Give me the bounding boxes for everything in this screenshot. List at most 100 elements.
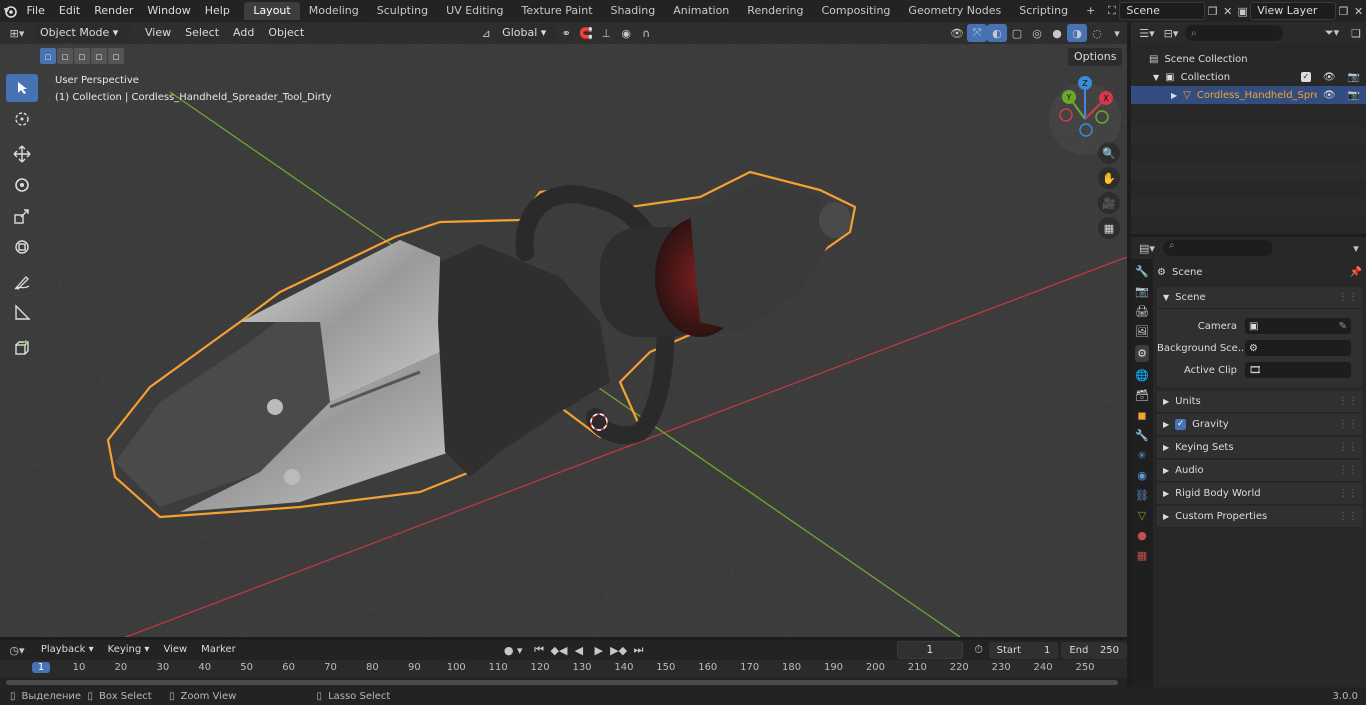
outliner-row-collection[interactable]: ▼ ▣ Collection ✓ 👁 📷 <box>1131 68 1366 86</box>
visibility-icon[interactable]: 👁 <box>947 24 967 42</box>
properties-options-icon[interactable]: ▾ <box>1346 239 1366 257</box>
drag-handle-icon[interactable]: ⋮⋮ <box>1338 488 1362 499</box>
drag-handle-icon[interactable]: ⋮⋮ <box>1338 396 1362 407</box>
pan-view-icon[interactable]: ✋ <box>1098 167 1120 189</box>
timeline-menu-marker[interactable]: Marker <box>194 641 243 659</box>
menu-help[interactable]: Help <box>198 0 237 22</box>
menu-render[interactable]: Render <box>87 0 140 22</box>
particles-tab-icon[interactable]: ✳ <box>1137 449 1146 462</box>
play-reverse-button[interactable]: ◀ <box>569 641 589 659</box>
audio-panel-header[interactable]: ▶ Audio ⋮⋮ <box>1157 460 1362 482</box>
scene-icon[interactable]: ⛶ <box>1104 2 1119 20</box>
constraints-tab-icon[interactable]: ⛓ <box>1135 489 1149 502</box>
new-collection-icon[interactable]: ❏ <box>1346 24 1366 42</box>
filter-icon[interactable]: ⏷▾ <box>1322 24 1342 42</box>
view-layer-tab-icon[interactable]: 🖼 <box>1135 325 1149 338</box>
tab-shading[interactable]: Shading <box>602 2 665 20</box>
collection-tab-icon[interactable]: 🗃 <box>1135 389 1149 402</box>
tab-modeling[interactable]: Modeling <box>300 2 368 20</box>
display-mode-icon[interactable]: ⊟▾ <box>1161 24 1181 42</box>
view-layer-field[interactable]: View Layer <box>1250 2 1337 20</box>
keying-dropdown[interactable]: Keying ▾ <box>101 641 157 659</box>
gravity-checkbox[interactable]: ✓ <box>1175 419 1187 430</box>
drag-handle-icon[interactable]: ⋮⋮ <box>1338 465 1362 476</box>
menu-file[interactable]: File <box>19 0 51 22</box>
jump-keyframe-forward-button[interactable]: ▶◆ <box>609 641 629 659</box>
shading-options-icon[interactable]: ▾ <box>1107 24 1127 42</box>
wireframe-shading-icon[interactable]: ◎ <box>1027 24 1047 42</box>
properties-search-input[interactable]: ⌕ <box>1163 240 1273 256</box>
stopwatch-icon[interactable]: ⏱ <box>969 641 989 659</box>
data-tab-icon[interactable]: ▽ <box>1138 509 1146 522</box>
delete-view-layer-icon[interactable]: ✕ <box>1351 2 1366 20</box>
exclude-checkbox-icon[interactable]: ✓ <box>1300 72 1311 82</box>
jump-keyframe-back-button[interactable]: ◆◀ <box>549 641 569 659</box>
annotate-tool-icon[interactable] <box>6 268 38 296</box>
scale-tool-icon[interactable] <box>6 202 38 230</box>
units-panel-header[interactable]: ▶ Units ⋮⋮ <box>1157 391 1362 413</box>
camera-field[interactable]: ▣ ✎ <box>1245 318 1351 334</box>
select-extend-icon[interactable]: ▫ <box>57 48 73 64</box>
jump-start-button[interactable]: ⏮ <box>529 641 549 659</box>
menu-window[interactable]: Window <box>140 0 197 22</box>
scene-name-field[interactable]: Scene <box>1119 2 1206 20</box>
add-cube-tool-icon[interactable] <box>6 334 38 362</box>
tab-compositing[interactable]: Compositing <box>812 2 899 20</box>
record-button[interactable]: ● ▾ <box>497 641 529 659</box>
jump-end-button[interactable]: ⏭ <box>629 641 649 659</box>
tab-geometry-nodes[interactable]: Geometry Nodes <box>899 2 1010 20</box>
render-tab-icon[interactable]: 📷 <box>1135 285 1149 298</box>
tab-uv-editing[interactable]: UV Editing <box>437 2 512 20</box>
menu-add[interactable]: Add <box>226 24 261 42</box>
camera-view-icon[interactable]: 🎥 <box>1098 192 1120 214</box>
timeline-ruler[interactable]: 1 10 20 30 40 50 60 70 80 90 100 110 120 130 140 150 160… <box>0 660 1127 678</box>
ortho-toggle-icon[interactable]: ▦ <box>1098 217 1120 239</box>
pin-icon[interactable]: 📌 <box>1350 267 1362 278</box>
pivot-icon[interactable]: ⚭ <box>556 24 576 42</box>
select-new-icon[interactable]: ▫ <box>40 48 56 64</box>
3d-viewport[interactable]: X Y Z ⊞▾ Object Mode ▾ View Select Add O… <box>0 22 1127 637</box>
transform-orientation-dropdown[interactable]: Global ▾ <box>496 24 557 42</box>
background-scene-field[interactable]: ⚙ <box>1245 340 1351 356</box>
expand-arrow-icon[interactable]: ▼ <box>1153 73 1159 82</box>
cursor-tool-icon[interactable] <box>6 105 38 133</box>
outliner-row-object[interactable]: ▶ ▽ Cordless_Handheld_Spre 👁 📷 <box>1131 86 1366 104</box>
transform-tool-icon[interactable] <box>6 233 38 261</box>
move-tool-icon[interactable] <box>6 140 38 168</box>
current-frame-field[interactable]: 1 <box>897 641 963 659</box>
start-frame-field[interactable]: Start 1 <box>988 641 1059 659</box>
tab-texture-paint[interactable]: Texture Paint <box>513 2 602 20</box>
eyedropper-icon[interactable]: ✎ <box>1339 321 1347 332</box>
outliner-search-input[interactable]: ⌕ <box>1185 25 1283 41</box>
tab-sculpting[interactable]: Sculpting <box>368 2 437 20</box>
playback-dropdown[interactable]: Playback ▾ <box>34 641 101 659</box>
timeline-menu-view[interactable]: View <box>156 641 194 659</box>
select-tool-icon[interactable] <box>6 74 38 102</box>
custom-properties-panel-header[interactable]: ▶ Custom Properties ⋮⋮ <box>1157 506 1362 528</box>
output-tab-icon[interactable]: 🖨 <box>1135 305 1149 318</box>
view-layer-icon[interactable]: ▣ <box>1235 2 1250 20</box>
menu-view[interactable]: View <box>138 24 178 42</box>
tab-scripting[interactable]: Scripting <box>1010 2 1077 20</box>
properties-editor-type-icon[interactable]: ▤▾ <box>1137 239 1157 257</box>
end-frame-field[interactable]: End 250 <box>1061 641 1128 659</box>
new-scene-icon[interactable]: ❐ <box>1205 2 1220 20</box>
tab-rendering[interactable]: Rendering <box>738 2 812 20</box>
menu-select[interactable]: Select <box>178 24 226 42</box>
rotate-tool-icon[interactable] <box>6 171 38 199</box>
outliner-row-scene-collection[interactable]: ▤ Scene Collection <box>1131 50 1366 68</box>
scene-panel-header[interactable]: ▼ Scene ⋮⋮ <box>1157 287 1362 309</box>
timeline-scrollbar[interactable] <box>6 680 1118 685</box>
object-mode-dropdown[interactable]: Object Mode ▾ <box>34 24 130 42</box>
delete-scene-icon[interactable]: ✕ <box>1220 2 1235 20</box>
falloff-icon[interactable]: ∩ <box>636 24 656 42</box>
object-tab-icon[interactable]: ◼ <box>1137 409 1146 422</box>
menu-edit[interactable]: Edit <box>52 0 87 22</box>
select-invert-icon[interactable]: ▫ <box>91 48 107 64</box>
select-intersect-icon[interactable]: ▫ <box>108 48 124 64</box>
world-tab-icon[interactable]: 🌐 <box>1135 369 1149 382</box>
material-tab-icon[interactable]: ● <box>1137 529 1147 542</box>
eye-icon[interactable]: 👁 <box>1317 72 1336 83</box>
drag-handle-icon[interactable]: ⋮⋮ <box>1338 292 1362 303</box>
tab-layout[interactable]: Layout <box>244 2 300 20</box>
